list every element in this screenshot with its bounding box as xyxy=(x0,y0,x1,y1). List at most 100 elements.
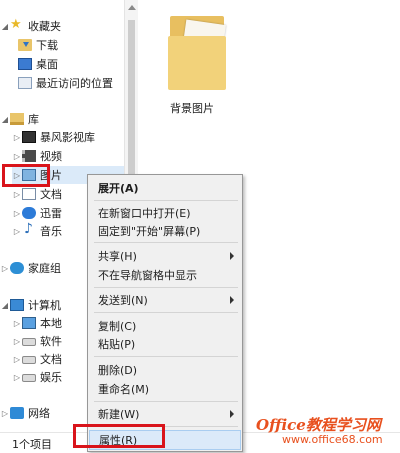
menu-item-expand[interactable]: 展开(A) xyxy=(89,178,241,198)
nav-item-label: 暴风影视库 xyxy=(40,131,95,144)
nav-item-homegroup[interactable]: ▷ 家庭组 xyxy=(0,259,61,277)
nav-item-label: 网络 xyxy=(28,407,50,420)
menu-item-rename[interactable]: 重命名(M) xyxy=(89,379,241,399)
menu-item-share[interactable]: 共享(H) xyxy=(89,246,241,266)
nav-item-label: 最近访问的位置 xyxy=(36,77,113,90)
downloads-folder-icon xyxy=(18,39,32,51)
submenu-arrow-icon xyxy=(230,252,234,260)
nav-item-software-drive[interactable]: ▷ 软件 xyxy=(12,332,62,350)
menu-item-delete[interactable]: 删除(D) xyxy=(89,360,241,380)
watermark-title: Office教程学习网 xyxy=(256,416,381,434)
computer-icon xyxy=(10,299,24,311)
video-library-icon xyxy=(22,131,36,143)
nav-item-label: 计算机 xyxy=(28,299,61,312)
nav-item-label: 视频 xyxy=(40,150,62,163)
nav-item-computer[interactable]: ◢ 计算机 xyxy=(0,296,61,314)
drive-icon xyxy=(22,338,36,346)
menu-item-pin-to-start[interactable]: 固定到"开始"屏幕(P) xyxy=(89,221,241,241)
homegroup-icon xyxy=(10,262,24,274)
nav-item-label: 音乐 xyxy=(40,225,62,238)
nav-item-libraries[interactable]: ◢ 库 xyxy=(0,110,39,128)
annotation-highlight-pictures xyxy=(2,164,50,187)
nav-item-label: 软件 xyxy=(40,335,62,348)
menu-item-label: 重命名(M) xyxy=(98,383,150,396)
expand-arrow-icon[interactable]: ▷ xyxy=(0,264,10,273)
nav-item-video-library[interactable]: ▷ 暴风影视库 xyxy=(12,128,95,146)
drive-icon xyxy=(22,374,36,382)
submenu-arrow-icon xyxy=(230,410,234,418)
nav-item-entertainment-drive[interactable]: ▷ 娱乐 xyxy=(12,368,62,386)
video-icon xyxy=(22,150,36,162)
nav-item-label: 娱乐 xyxy=(40,371,62,384)
thunder-icon xyxy=(22,207,36,219)
menu-separator xyxy=(94,200,238,201)
expand-arrow-icon[interactable]: ▷ xyxy=(12,373,22,382)
expand-arrow-icon[interactable]: ▷ xyxy=(12,190,22,199)
menu-item-label: 共享(H) xyxy=(98,250,137,263)
expand-arrow-icon[interactable]: ▷ xyxy=(12,319,22,328)
nav-item-label: 家庭组 xyxy=(28,262,61,275)
recent-places-icon xyxy=(18,77,32,89)
scroll-up-arrow-icon[interactable] xyxy=(128,5,136,10)
star-icon xyxy=(10,17,24,32)
menu-separator xyxy=(94,242,238,243)
menu-separator xyxy=(94,356,238,357)
collapse-arrow-icon[interactable]: ◢ xyxy=(0,22,10,31)
library-icon xyxy=(10,113,24,125)
menu-item-label: 不在导航窗格中显示 xyxy=(98,269,197,282)
system-drive-icon xyxy=(22,317,36,329)
menu-separator xyxy=(94,287,238,288)
annotation-highlight-properties xyxy=(73,424,165,448)
expand-arrow-icon[interactable]: ▷ xyxy=(12,133,22,142)
nav-item-local-disk[interactable]: ▷ 本地 xyxy=(12,314,62,332)
menu-item-copy[interactable]: 复制(C) xyxy=(89,316,241,336)
menu-separator xyxy=(94,312,238,313)
expand-arrow-icon[interactable]: ▷ xyxy=(12,152,22,161)
nav-item-music[interactable]: ▷ 音乐 xyxy=(12,221,62,240)
collapse-arrow-icon[interactable]: ◢ xyxy=(0,301,10,310)
expand-arrow-icon[interactable]: ▷ xyxy=(0,409,10,418)
nav-item-documents-drive[interactable]: ▷ 文档 xyxy=(12,350,62,368)
menu-item-label: 复制(C) xyxy=(98,320,137,333)
status-item-count: 1个项目 xyxy=(12,438,52,451)
expand-arrow-icon[interactable]: ▷ xyxy=(12,337,22,346)
folder-label[interactable]: 背景图片 xyxy=(170,100,214,116)
nav-item-label: 文档 xyxy=(40,188,62,201)
menu-item-open-new-window[interactable]: 在新窗口中打开(E) xyxy=(89,203,241,223)
watermark-url: www.office68.com xyxy=(282,433,383,446)
nav-item-label: 桌面 xyxy=(36,58,58,71)
nav-item-label: 文档 xyxy=(40,353,62,366)
menu-item-hide-in-nav[interactable]: 不在导航窗格中显示 xyxy=(89,265,241,285)
nav-item-recent-places[interactable]: 最近访问的位置 xyxy=(18,74,113,92)
expand-arrow-icon[interactable]: ▷ xyxy=(12,209,22,218)
nav-item-label: 库 xyxy=(28,113,39,126)
drive-icon xyxy=(22,356,36,364)
nav-item-label: 收藏夹 xyxy=(28,20,61,33)
menu-item-label: 在新窗口中打开(E) xyxy=(98,207,191,220)
menu-item-paste[interactable]: 粘贴(P) xyxy=(89,334,241,354)
folder-thumbnail-icon[interactable] xyxy=(162,12,232,96)
expand-arrow-icon[interactable]: ▷ xyxy=(12,227,22,236)
menu-item-label: 展开(A) xyxy=(98,182,139,195)
network-icon xyxy=(10,407,24,419)
nav-item-label: 迅雷 xyxy=(40,207,62,220)
nav-item-network[interactable]: ▷ 网络 xyxy=(0,404,50,422)
nav-item-documents[interactable]: ▷ 文档 xyxy=(12,185,62,203)
menu-item-label: 删除(D) xyxy=(98,364,138,377)
music-icon xyxy=(22,221,36,237)
nav-item-videos[interactable]: ▷ 视频 xyxy=(12,147,62,165)
nav-item-downloads[interactable]: 下载 xyxy=(18,36,58,54)
menu-item-send-to[interactable]: 发送到(N) xyxy=(89,290,241,310)
expand-arrow-icon[interactable]: ▷ xyxy=(12,355,22,364)
nav-item-label: 下载 xyxy=(36,39,58,52)
nav-item-favorites[interactable]: ◢ 收藏夹 xyxy=(0,17,61,35)
collapse-arrow-icon[interactable]: ◢ xyxy=(0,115,10,124)
menu-item-label: 新建(W) xyxy=(98,408,140,421)
nav-item-thunder[interactable]: ▷ 迅雷 xyxy=(12,204,62,222)
submenu-arrow-icon xyxy=(230,296,234,304)
menu-item-new[interactable]: 新建(W) xyxy=(89,404,241,424)
desktop-icon xyxy=(18,58,32,70)
menu-separator xyxy=(94,401,238,402)
nav-item-desktop[interactable]: 桌面 xyxy=(18,55,58,73)
menu-item-label: 固定到"开始"屏幕(P) xyxy=(98,225,201,238)
